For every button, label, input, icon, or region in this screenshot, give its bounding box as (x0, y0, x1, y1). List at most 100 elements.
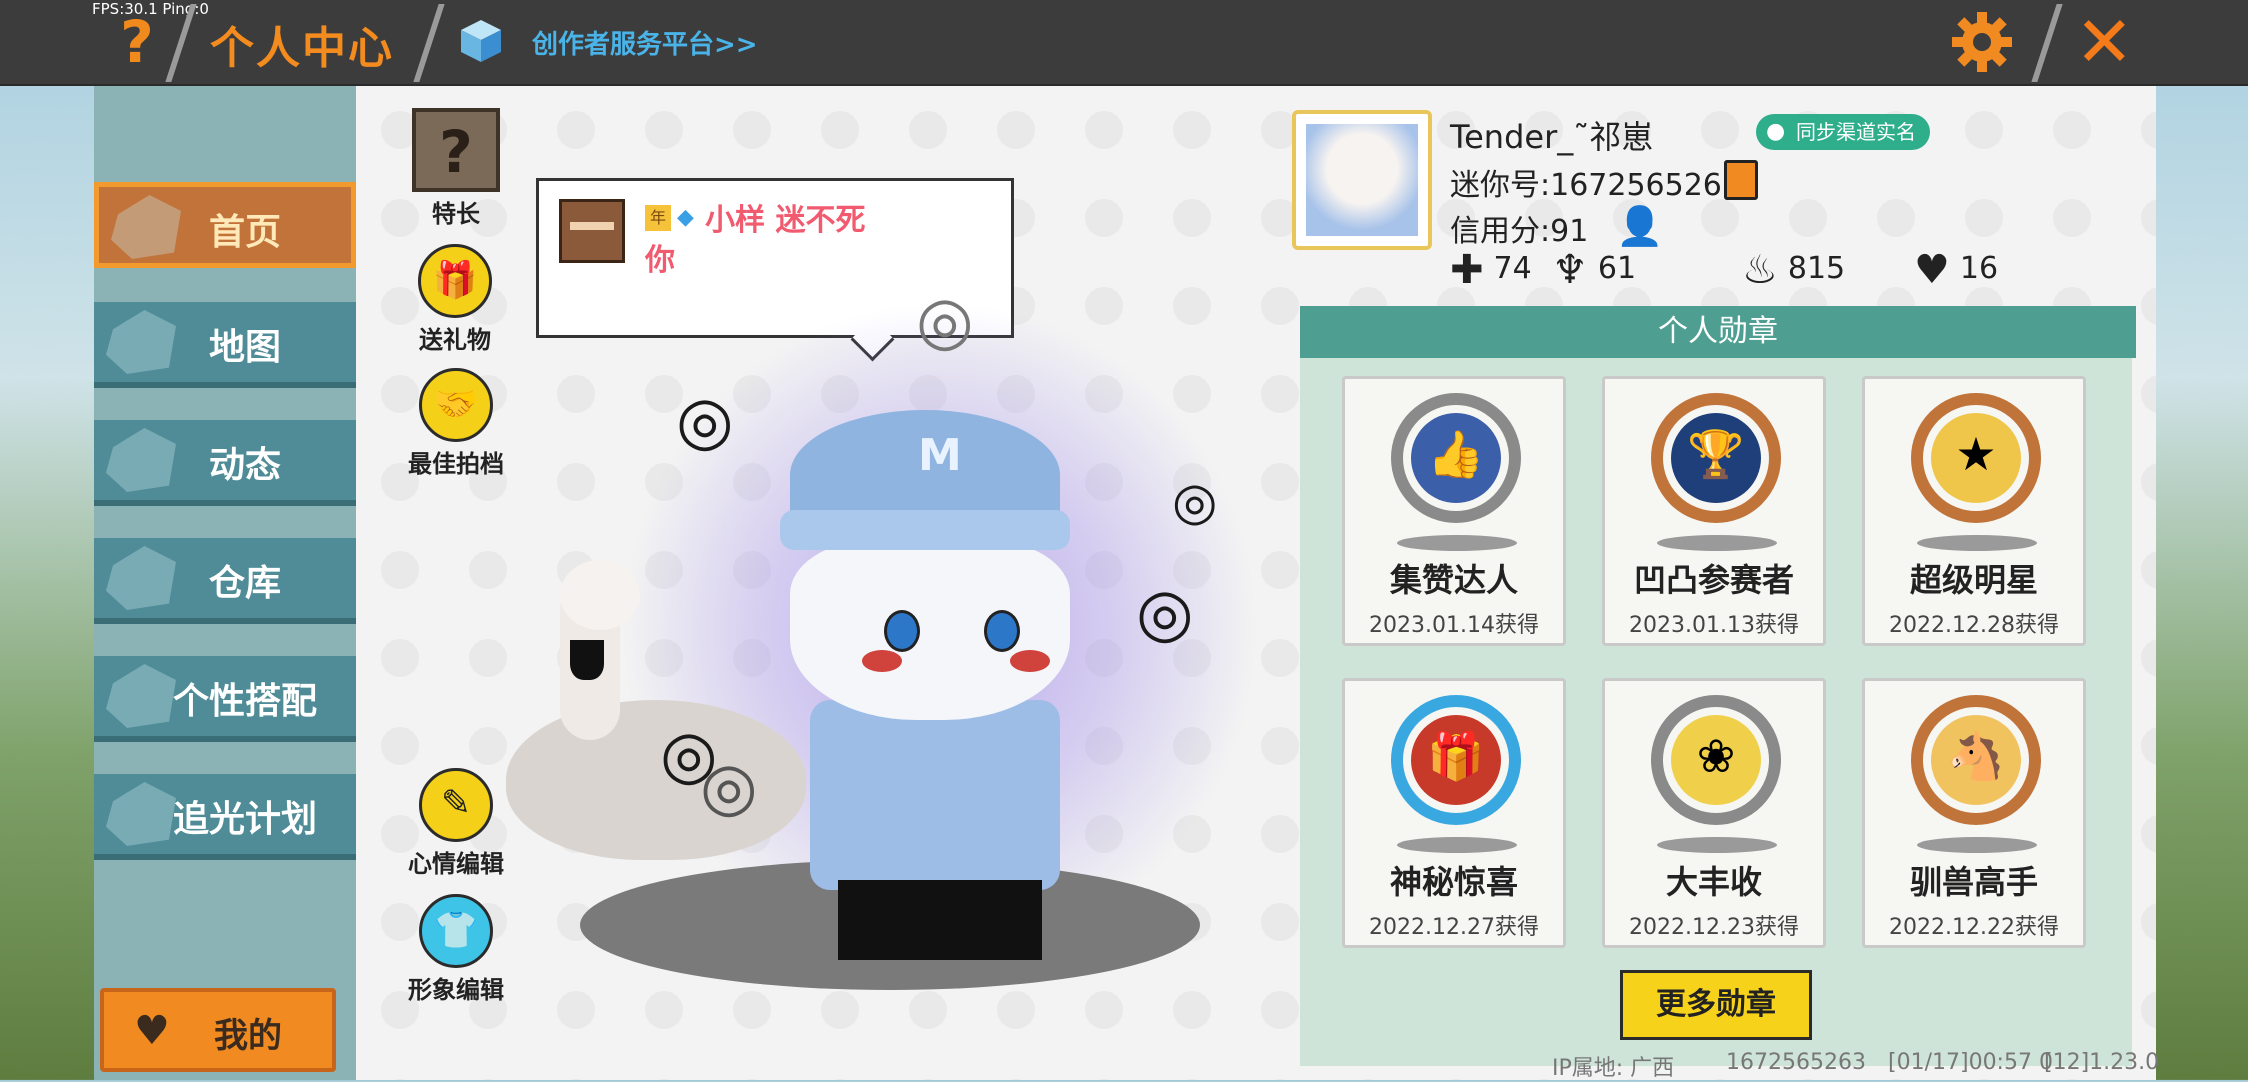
ip-location: IP属地: 广西 (1552, 1056, 1675, 1081)
thumbs-up-medal-icon: 👍 (1391, 393, 1521, 523)
cheer-icon: ♆ (1552, 246, 1588, 293)
best-partner-label: 最佳拍档 (408, 450, 504, 478)
footer-id: 1672565263 (1726, 1050, 1866, 1075)
badge-card[interactable]: 🐴 驯兽高手 2022.12.22获得 (1862, 678, 2086, 948)
badge-card[interactable]: 🏆 凹凸参赛者 2023.01.13获得 (1602, 376, 1826, 646)
badge-name: 神秘惊喜 (1389, 863, 1518, 901)
skill-label: 特长 (432, 200, 480, 228)
outfit-shirt-icon: 👕 (419, 894, 493, 968)
best-partner-button[interactable]: 🤝 最佳拍档 (396, 368, 516, 479)
character-hair (790, 540, 1070, 720)
badge-date: 2022.12.22获得 (1889, 915, 2059, 940)
bookmark-plus-icon: ✚ (1450, 246, 1484, 293)
badge-panel-header: 个人勋章 (1300, 306, 2136, 358)
person-icon[interactable]: 👤 (1616, 204, 1663, 248)
badge-name: 集赞达人 (1389, 561, 1518, 599)
badge-date: 2022.12.23获得 (1629, 915, 1799, 940)
footer-version: [12]1.23.0 (2044, 1050, 2160, 1075)
swan-float (506, 700, 806, 860)
fans-stat[interactable]: ♆ 61 (1552, 246, 1636, 293)
divider (2031, 4, 2063, 82)
copy-icon[interactable] (1724, 160, 1758, 200)
medal-shadow (1917, 535, 2037, 551)
avatar-image (1306, 124, 1418, 236)
spiral-icon: ◎ (1172, 472, 1218, 532)
my-button-label: 我的 (214, 1016, 282, 1056)
edit-icon: ✎ (419, 768, 493, 842)
badge-date: 2022.12.28获得 (1889, 613, 2059, 638)
monkey-horse-medal-icon: 🐴 (1911, 695, 2041, 825)
badge-card[interactable]: 👍 集赞达人 2023.01.14获得 (1342, 376, 1566, 646)
medal-shadow (1917, 837, 2037, 853)
badge-date: 2022.12.27获得 (1369, 915, 1539, 940)
page-title: 个人中心 (210, 23, 394, 74)
trophy-medal-icon: 🏆 (1651, 393, 1781, 523)
nav-item-label: 地图 (208, 327, 281, 368)
close-icon[interactable]: ✕ (2075, 6, 2134, 78)
medal-shadow (1397, 535, 1517, 551)
badge-name: 大丰收 (1665, 863, 1762, 901)
mood-edit-label: 心情编辑 (408, 850, 504, 878)
badge-name: 超级明星 (1909, 561, 2038, 599)
cube-icon[interactable] (458, 18, 504, 64)
mini-id: 迷你号:1672565263 (1450, 168, 1741, 203)
my-button[interactable]: ♥ 我的 (100, 988, 336, 1072)
nav-item-light-plan[interactable]: 追光计划 (94, 774, 356, 860)
nav-item-outfit[interactable]: 个性搭配 (94, 656, 356, 742)
heat-stat: ♨ 815 (1742, 246, 1845, 293)
spiral-icon: ◎ (916, 282, 974, 359)
medal-shadow (1657, 535, 1777, 551)
nav-item-label: 个性搭配 (172, 681, 317, 722)
character-body[interactable] (810, 700, 1060, 890)
bubble-message: 小样 迷不死你 (645, 203, 866, 278)
gift-label: 送礼物 (419, 326, 491, 354)
hat-logo: M (918, 430, 962, 481)
nav-item-feed[interactable]: 动态 (94, 420, 356, 506)
badge-card[interactable]: 🎁 神秘惊喜 2022.12.27获得 (1342, 678, 1566, 948)
character-eye (884, 610, 920, 652)
nav-item-label: 首页 (208, 212, 281, 253)
gift-box-medal-icon: 🎁 (1391, 695, 1521, 825)
nav-item-map[interactable]: 地图 (94, 302, 356, 388)
follow-stat[interactable]: ✚ 74 (1450, 246, 1532, 293)
flame-icon: ♨ (1742, 246, 1778, 293)
follow-count: 74 (1493, 251, 1532, 286)
appearance-edit-label: 形象编辑 (408, 976, 504, 1004)
badge-card[interactable]: ★ 超级明星 2022.12.28获得 (1862, 376, 2086, 646)
avatar[interactable] (1292, 110, 1432, 250)
more-badges-button[interactable]: 更多勋章 (1620, 970, 1812, 1040)
swan-head (560, 560, 640, 630)
medal-shadow (1397, 837, 1517, 853)
nav-item-warehouse[interactable]: 仓库 (94, 538, 356, 624)
star-bear-medal-icon: ★ (1911, 393, 2041, 523)
gift-button[interactable]: 🎁 送礼物 (400, 244, 510, 355)
gear-icon[interactable] (1950, 10, 2014, 74)
harvest-medal-icon: ❀ (1651, 695, 1781, 825)
badge-card[interactable]: ❀ 大丰收 2022.12.23获得 (1602, 678, 1826, 948)
skill-button[interactable]: ? 特长 (408, 108, 504, 229)
username: Tender_˜祁崽 (1450, 118, 1654, 156)
spiral-icon: ◎ (676, 382, 734, 459)
character-pants (838, 880, 1042, 960)
top-bar: FPS:30.1 Ping:0 ? 个人中心 创作者服务平台>> ✕ (0, 0, 2248, 86)
creator-platform-link[interactable]: 创作者服务平台>> (532, 24, 758, 61)
heart-broken-icon: ♥ (1914, 246, 1950, 293)
badge-name: 驯兽高手 (1909, 863, 2038, 901)
likes-stat[interactable]: ♥ 16 (1914, 246, 1999, 293)
badge-name: 凹凸参赛者 (1633, 561, 1794, 599)
divider (413, 4, 445, 82)
mood-edit-button[interactable]: ✎ 心情编辑 (396, 768, 516, 879)
sync-realname-button[interactable]: 同步渠道实名 (1756, 114, 1930, 150)
credit-score: 信用分:91 (1450, 214, 1589, 249)
help-icon[interactable]: ? (112, 12, 162, 72)
question-block-icon: ? (412, 108, 500, 192)
nav-item-label: 动态 (208, 445, 281, 486)
badge-date: 2023.01.13获得 (1629, 613, 1799, 638)
character-eye (984, 610, 1020, 652)
nav-item-home[interactable]: 首页 (94, 182, 356, 268)
gift-icon: 🎁 (418, 244, 492, 318)
footer-time: [01/17]00:57 0 (1888, 1050, 2053, 1075)
medal-shadow (1657, 837, 1777, 853)
likes-count: 16 (1959, 251, 1999, 286)
appearance-edit-button[interactable]: 👕 形象编辑 (396, 894, 516, 1005)
